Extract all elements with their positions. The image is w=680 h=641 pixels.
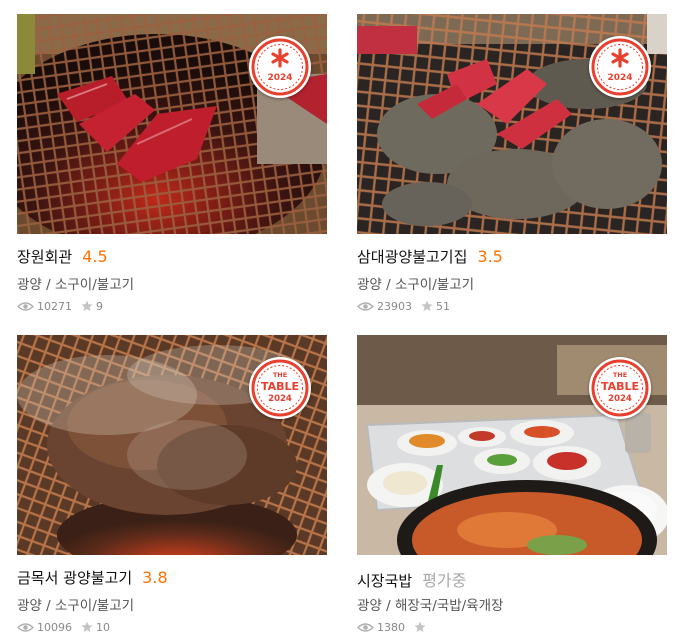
star-icon: [421, 300, 433, 311]
svg-text:THE: THE: [273, 371, 287, 379]
restaurant-name[interactable]: 장원회관: [17, 246, 72, 267]
view-count: 1380: [377, 620, 405, 634]
restaurant-stats: 23903 51: [357, 298, 667, 314]
the-table-badge: THE TABLE 2024: [589, 357, 651, 419]
restaurant-card-4[interactable]: THE TABLE 2024 시장국밥 평가중 광양 / 해장국/국밥/육개장 …: [357, 335, 667, 635]
eye-icon: [17, 301, 34, 311]
restaurant-card-1[interactable]: 2024 장원회관 4.5 광양 / 소구이/불고기 10271 9: [17, 14, 327, 314]
svg-text:2024: 2024: [608, 394, 632, 404]
eye-icon: [357, 301, 374, 311]
favorite-count: 51: [436, 299, 450, 313]
eye-icon: [357, 622, 374, 632]
restaurant-name[interactable]: 삼대광양불고기집: [357, 246, 467, 267]
view-count: 23903: [377, 299, 412, 313]
favorite-count: 10: [96, 620, 110, 634]
restaurant-card-2[interactable]: 2024 삼대광양불고기집 3.5 광양 / 소구이/불고기 23903 51: [357, 14, 667, 314]
svg-text:THE: THE: [613, 371, 627, 379]
restaurant-category: 광양 / 소구이/불고기: [17, 598, 135, 614]
favorite-count: 9: [96, 299, 103, 313]
svg-text:TABLE: TABLE: [601, 380, 639, 393]
badge-year: 2024: [607, 73, 632, 83]
eye-icon: [17, 622, 34, 632]
restaurant-stats: 1380: [357, 619, 667, 635]
badge-year: 2024: [267, 73, 292, 83]
restaurant-photo[interactable]: THE TABLE 2024: [17, 335, 327, 555]
restaurant-name[interactable]: 시장국밥: [357, 570, 412, 591]
restaurant-category: 광양 / 소구이/불고기: [17, 277, 135, 293]
restaurant-photo[interactable]: THE TABLE 2024: [357, 335, 667, 555]
view-count: 10271: [37, 299, 72, 313]
award-badge: 2024: [249, 36, 311, 98]
svg-text:TABLE: TABLE: [261, 380, 299, 393]
the-table-badge: THE TABLE 2024: [249, 357, 311, 419]
restaurant-name[interactable]: 금목서 광양불고기: [17, 567, 132, 588]
restaurant-rating: 4.5: [82, 247, 108, 266]
restaurant-category: 광양 / 해장국/국밥/육개장: [357, 598, 504, 614]
restaurant-card-3[interactable]: THE TABLE 2024 금목서 광양불고기 3.8 광양 / 소구이/불고…: [17, 335, 327, 635]
view-count: 10096: [37, 620, 72, 634]
restaurant-photo[interactable]: 2024: [357, 14, 667, 234]
svg-text:2024: 2024: [268, 394, 292, 404]
star-icon: [81, 621, 93, 632]
restaurant-photo[interactable]: 2024: [17, 14, 327, 234]
star-icon: [414, 621, 426, 632]
restaurant-stats: 10096 10: [17, 619, 327, 635]
restaurant-category: 광양 / 소구이/불고기: [357, 277, 475, 293]
award-badge: 2024: [589, 36, 651, 98]
star-icon: [81, 300, 93, 311]
restaurant-rating: 3.8: [142, 568, 168, 587]
restaurant-stats: 10271 9: [17, 298, 327, 314]
restaurant-rating: 3.5: [477, 247, 503, 266]
restaurant-rating: 평가중: [422, 571, 467, 590]
